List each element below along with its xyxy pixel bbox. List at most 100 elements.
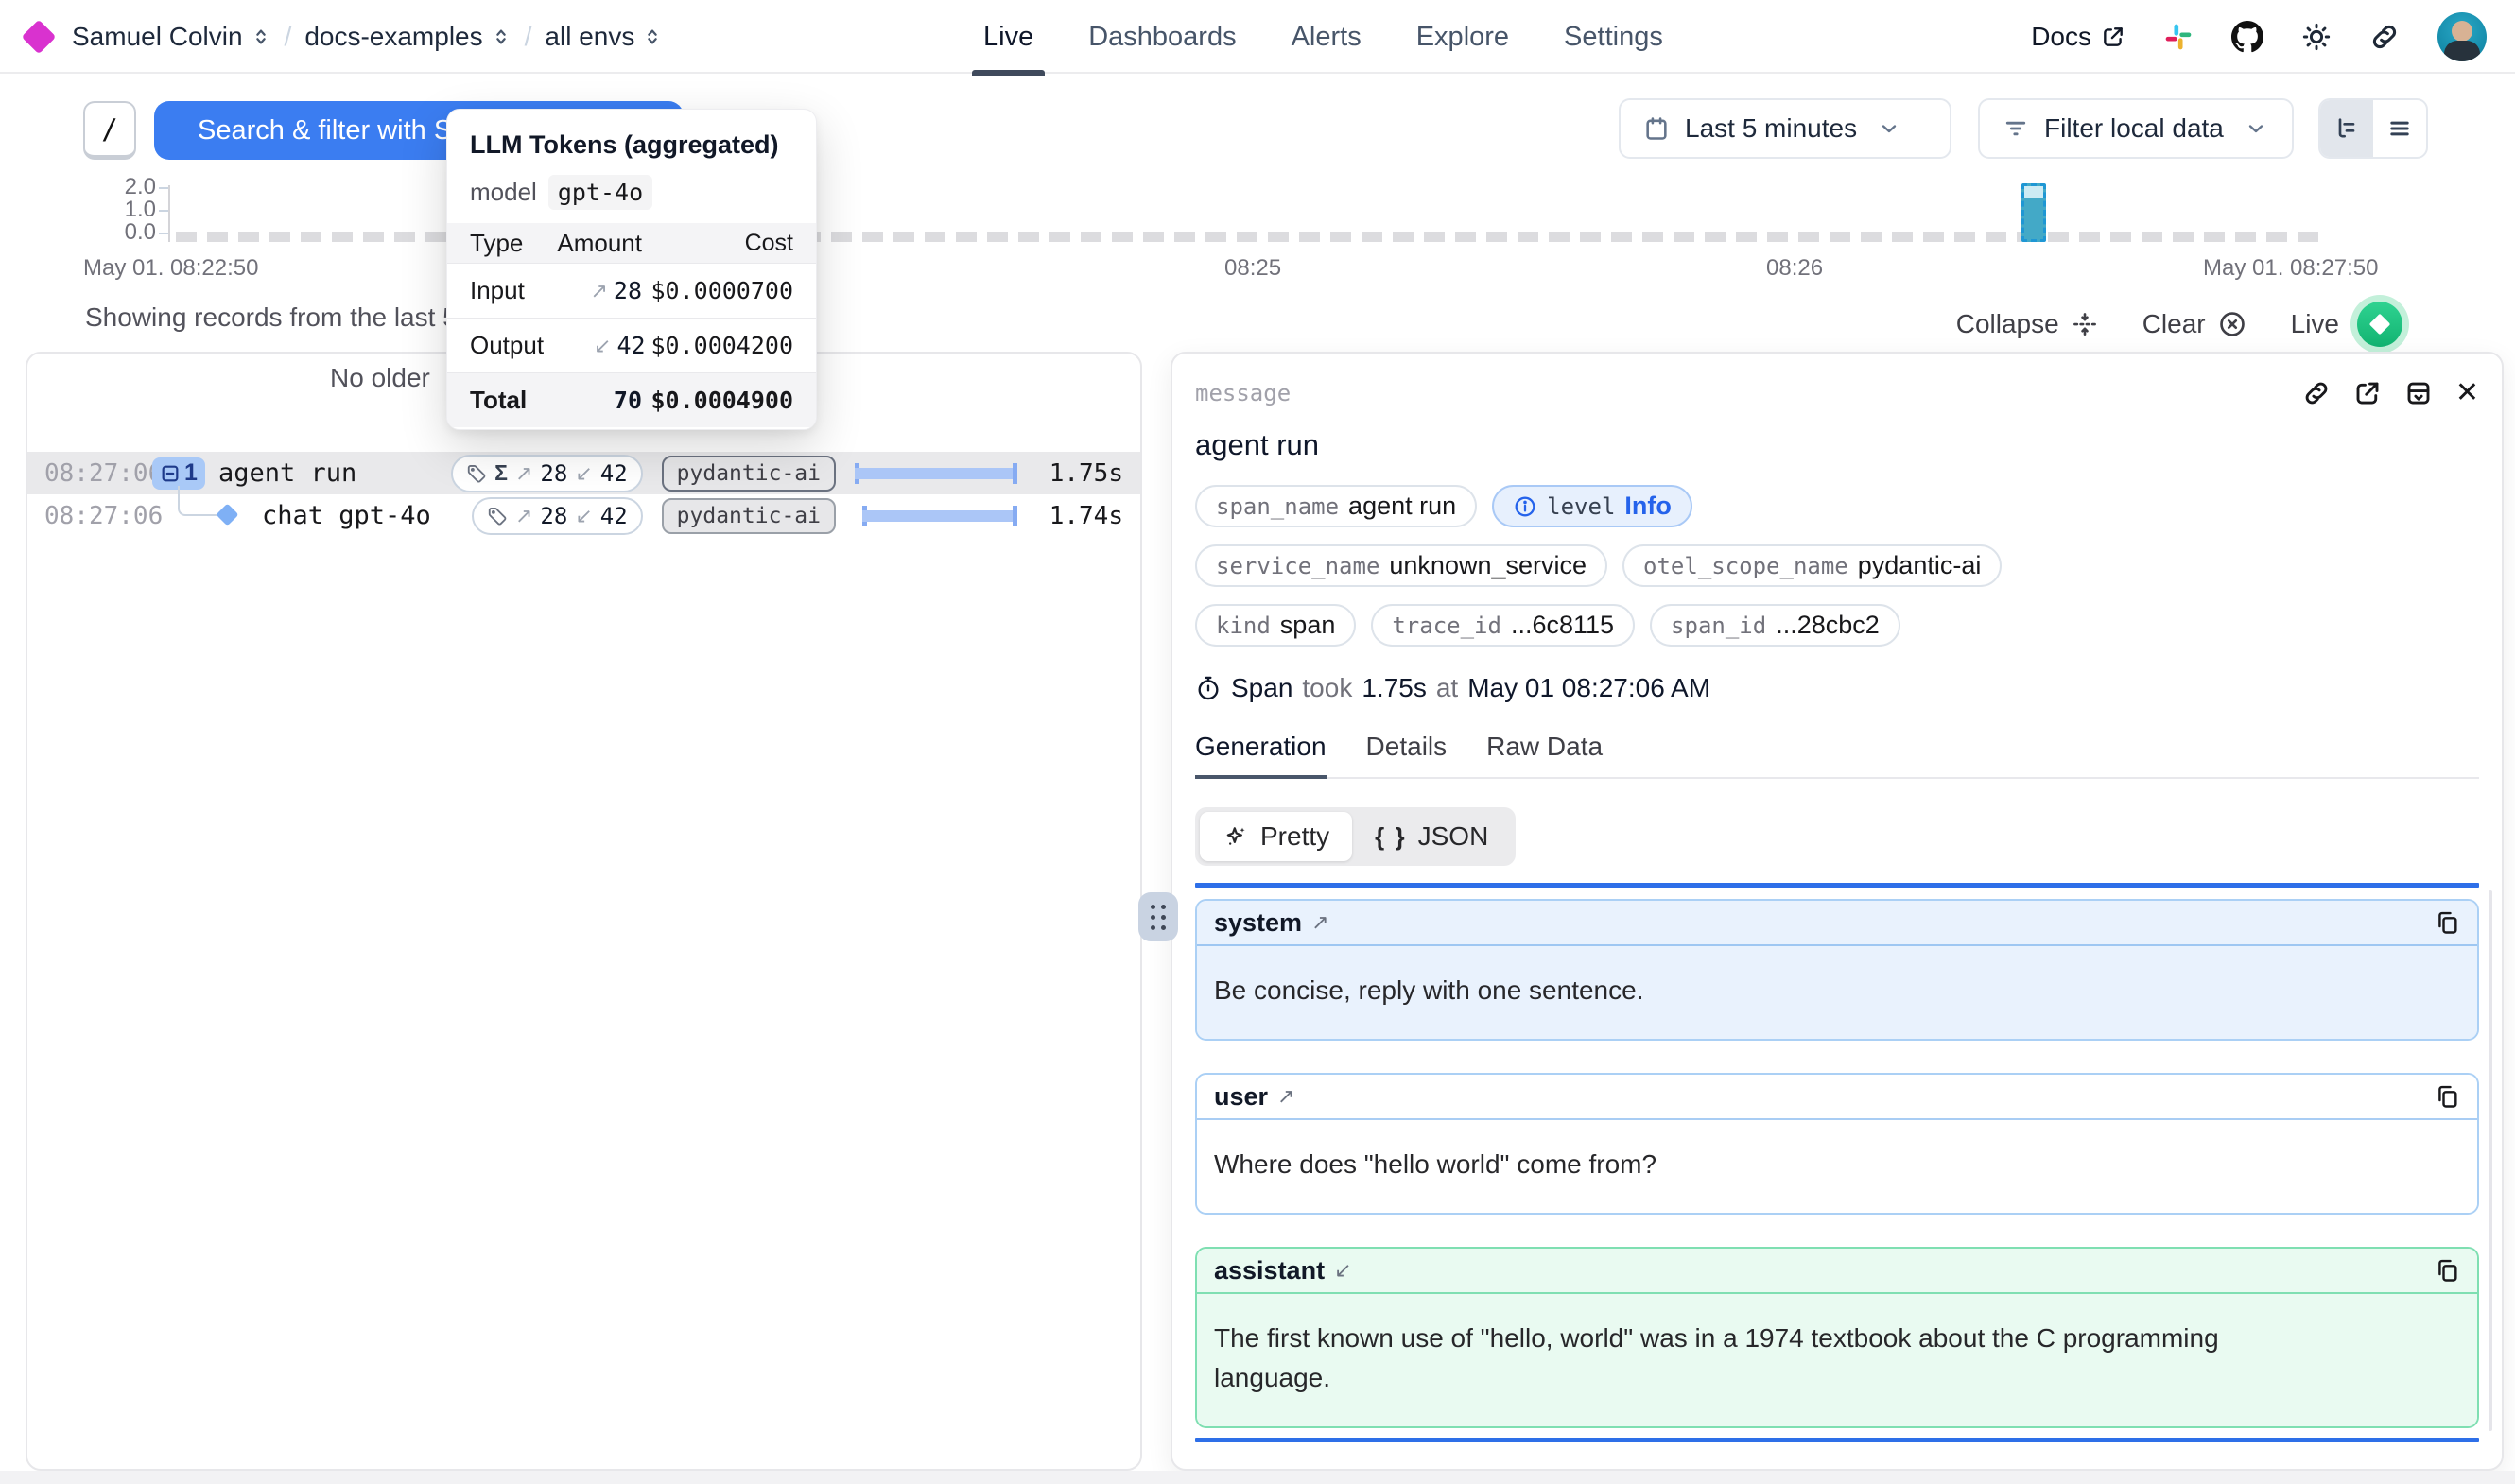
tree-view-button[interactable] [2320, 100, 2373, 157]
docs-link[interactable]: Docs [2031, 22, 2125, 52]
attribute-badges-row: service_name unknown_service otel_scope_… [1195, 544, 2479, 587]
message-role: user [1214, 1082, 1268, 1112]
time-range-value: Last 5 minutes [1685, 113, 1857, 144]
environment-selector[interactable]: all envs [545, 22, 663, 52]
message-body: Where does "hello world" come from? [1197, 1120, 2477, 1213]
tokens-in-arrow: ↗ [515, 504, 532, 528]
pretty-toggle-button[interactable]: Pretty [1200, 812, 1352, 861]
filter-local-data-select[interactable]: Filter local data [1978, 98, 2294, 159]
detail-tabs: Generation Details Raw Data [1195, 732, 2479, 779]
badge-value: pydantic-ai [1858, 551, 1982, 580]
close-icon[interactable]: ✕ [2455, 376, 2479, 409]
span-name: agent run [218, 458, 356, 488]
github-icon[interactable] [2231, 21, 2264, 53]
badge-key: otel_scope_name [1643, 553, 1848, 579]
header-actions: Docs [2031, 0, 2487, 74]
tree-connector-elbow [178, 494, 219, 516]
scrollbar-track[interactable] [2489, 890, 2492, 1431]
service-name-badge[interactable]: service_name unknown_service [1195, 544, 1607, 587]
row-type: Input [470, 276, 538, 305]
box-minus-icon [160, 463, 181, 484]
message-header: user ↗ [1197, 1075, 2477, 1120]
chevron-updown-icon [642, 26, 663, 47]
span-id-badge[interactable]: span_id ...28cbc2 [1650, 604, 1900, 647]
pretty-label: Pretty [1260, 821, 1329, 852]
copy-icon[interactable] [2434, 909, 2460, 936]
org-selector[interactable]: Samuel Colvin [72, 22, 271, 52]
duration-label: 1.75s [1036, 459, 1123, 488]
live-toggle-button[interactable] [2350, 295, 2409, 354]
tokens-row-total: Total 70 $0.0004900 [447, 372, 816, 427]
open-external-icon[interactable] [2353, 379, 2382, 407]
tooltip-title: LLM Tokens (aggregated) [447, 110, 816, 160]
scroll-boundary-bottom [1195, 1438, 2479, 1442]
live-control: Live [2291, 295, 2409, 354]
duration-label: 1.74s [1036, 502, 1123, 530]
message-body: Be concise, reply with one sentence. [1197, 946, 2477, 1039]
token-usage-pill: ↗ 28 ↙ 42 [472, 497, 643, 535]
badge-value: span [1280, 611, 1336, 640]
y-axis-tick: 0.0 [90, 219, 156, 246]
input-arrow-icon: ↗ [590, 279, 607, 303]
llm-tokens-tooltip: LLM Tokens (aggregated) model gpt-4o Typ… [446, 109, 817, 430]
project-selector[interactable]: docs-examples [304, 22, 511, 52]
org-name: Samuel Colvin [72, 22, 243, 52]
tab-live[interactable]: Live [983, 0, 1033, 74]
y-tick-mark [159, 233, 168, 234]
tokens-row-input: Input ↗28 $0.0000700 [447, 263, 816, 318]
clear-button[interactable]: Clear [2142, 309, 2247, 339]
view-mode-toggle [2318, 98, 2428, 159]
otel-scope-badge[interactable]: otel_scope_name pydantic-ai [1622, 544, 2002, 587]
copy-icon[interactable] [2434, 1083, 2460, 1110]
user-avatar[interactable] [2437, 12, 2487, 61]
kind-badge[interactable]: kind span [1195, 604, 1356, 647]
duration-bar [855, 463, 1017, 484]
docs-label: Docs [2031, 22, 2091, 52]
tab-settings[interactable]: Settings [1564, 0, 1663, 74]
copy-link-icon[interactable] [2302, 379, 2331, 407]
collapse-button[interactable]: Collapse [1956, 309, 2099, 339]
level-badge[interactable]: level Info [1492, 485, 1692, 527]
span-kind-label: message [1195, 380, 1291, 406]
message-card-system: system ↗ Be concise, reply with one sent… [1195, 899, 2479, 1041]
list-view-button[interactable] [2373, 100, 2426, 157]
message-card-user: user ↗ Where does "hello world" come fro… [1195, 1073, 2479, 1215]
collapse-children-badge[interactable]: 1 [152, 457, 205, 490]
duration-bar-fill [855, 468, 1017, 479]
badge-key: kind [1216, 613, 1271, 639]
json-toggle-button[interactable]: { } JSON [1352, 812, 1511, 861]
model-key: model [470, 178, 537, 207]
span-name-badge[interactable]: span_name agent run [1195, 485, 1477, 527]
tab-alerts[interactable]: Alerts [1292, 0, 1362, 74]
badge-value: agent run [1348, 492, 1456, 521]
time-range-select[interactable]: Last 5 minutes [1619, 98, 1951, 159]
slack-icon[interactable] [2163, 22, 2194, 52]
tab-raw-data[interactable]: Raw Data [1486, 732, 1603, 777]
trace-row-chat-gpt4o[interactable]: 08:27:06 chat gpt-4o ↗ 28 ↙ 42 pydantic-… [27, 494, 1140, 537]
badge-key: span_id [1671, 613, 1766, 639]
span-word: Span [1231, 673, 1292, 703]
row-cost: $0.0004200 [646, 332, 793, 359]
share-link-icon[interactable] [2369, 22, 2400, 52]
tab-explore[interactable]: Explore [1416, 0, 1509, 74]
chart-bar-cap [2024, 186, 2043, 198]
tab-generation[interactable]: Generation [1195, 732, 1327, 777]
tab-details[interactable]: Details [1366, 732, 1448, 777]
tab-dashboards[interactable]: Dashboards [1088, 0, 1236, 74]
badge-value: ...28cbc2 [1776, 611, 1880, 640]
json-label: JSON [1418, 821, 1489, 852]
theme-sun-icon[interactable] [2301, 22, 2332, 52]
model-value-chip: gpt-4o [548, 175, 652, 210]
filter-icon [2003, 115, 2029, 142]
detail-header-actions: ✕ [2302, 376, 2479, 409]
tokens-out-count: 42 [600, 503, 628, 529]
tokens-table: Type Amount Cost Input ↗28 $0.0000700 Ou… [447, 223, 816, 427]
span-name: chat gpt-4o [262, 501, 431, 530]
panel-resize-handle[interactable] [1138, 892, 1178, 941]
dock-panel-icon[interactable] [2404, 379, 2433, 407]
trace-row-agent-run[interactable]: 08:27:06 1 agent run Σ ↗ 28 ↙ [27, 452, 1140, 494]
trace-id-badge[interactable]: trace_id ...6c8115 [1371, 604, 1635, 647]
chart-bar-selected[interactable] [2021, 183, 2046, 242]
y-tick-mark [159, 187, 168, 189]
copy-icon[interactable] [2434, 1257, 2460, 1284]
